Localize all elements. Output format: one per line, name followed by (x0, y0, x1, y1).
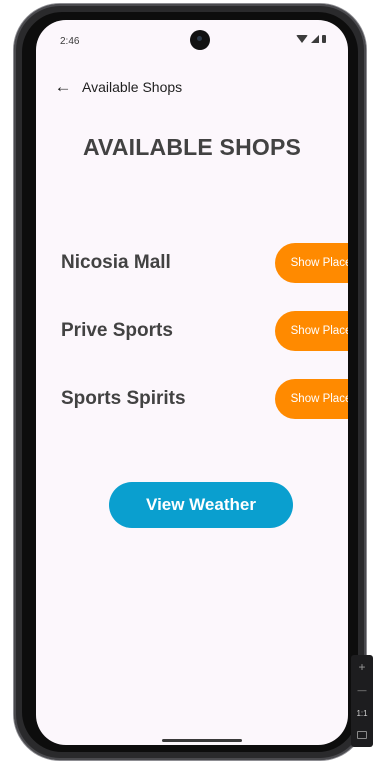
fit-screen-button[interactable] (351, 725, 373, 745)
back-arrow-icon[interactable]: ← (50, 74, 76, 100)
zoom-out-icon[interactable]: — (351, 680, 373, 700)
shop-name: Nicosia Mall (61, 252, 171, 273)
fit-screen-icon (357, 731, 367, 739)
shop-row-prive-sports: Prive Sports Show Place (61, 311, 348, 351)
zoom-in-icon[interactable]: + (351, 657, 373, 677)
status-icons (296, 35, 326, 43)
show-place-button-sports-spirits[interactable]: Show Place (275, 379, 348, 419)
shop-name: Sports Spirits (61, 388, 186, 409)
zoom-ratio-button[interactable]: 1:1 (351, 703, 373, 723)
shop-row-sports-spirits: Sports Spirits Show Place (61, 379, 348, 419)
view-weather-button[interactable]: View Weather (109, 482, 293, 528)
signal-icon (311, 35, 319, 43)
shop-row-nicosia-mall: Nicosia Mall Show Place (61, 243, 348, 283)
status-time: 2:46 (60, 36, 80, 47)
battery-icon (322, 35, 326, 43)
show-place-button-nicosia-mall[interactable]: Show Place (275, 243, 348, 283)
device-screen: 2:46 ← Available Shops AVAILABLE SHOPS N… (36, 20, 348, 745)
page-title: AVAILABLE SHOPS (82, 134, 302, 160)
app-bar-title: Available Shops (82, 79, 183, 95)
status-bar: 2:46 (36, 20, 348, 62)
shop-name: Prive Sports (61, 320, 173, 341)
front-camera (190, 30, 210, 50)
emulator-zoom-panel: + — 1:1 (351, 655, 373, 747)
wifi-icon (296, 35, 308, 43)
home-indicator[interactable] (162, 739, 242, 742)
app-bar: ← Available Shops (36, 70, 348, 106)
show-place-button-prive-sports[interactable]: Show Place (275, 311, 348, 351)
